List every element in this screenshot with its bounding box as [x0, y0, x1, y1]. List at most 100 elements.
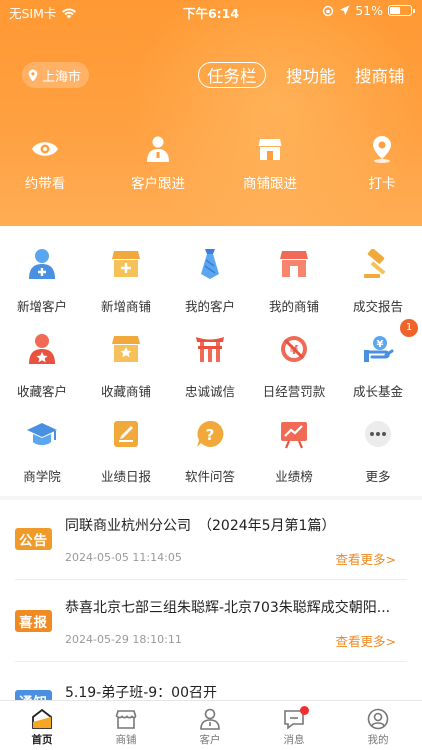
location-pin-small-icon [28, 69, 38, 81]
grid-item-my-customers[interactable]: 我的客户 [168, 246, 252, 315]
grid-item-growth-fund[interactable]: ¥ 1 成长基金 [336, 319, 420, 400]
grid-label: 更多 [365, 469, 391, 484]
grid-label: 新增商铺 [100, 299, 151, 314]
tab-bar: 首页 商铺 客户 消息 我的 [0, 700, 422, 750]
grid-label: 商学院 [23, 469, 61, 484]
notice-list: 公告 同联商业杭州分公司 （2024年5月第1篇） 2024-05-05 11:… [0, 500, 422, 706]
search-shop-link[interactable]: 搜商铺 [355, 62, 405, 88]
grid-item-daily-penalty[interactable]: ¥ 日经营罚款 [252, 331, 336, 400]
tab-messages[interactable]: 消息 [252, 706, 336, 747]
favorite-shop-icon [112, 336, 140, 362]
grid-label: 我的商铺 [268, 299, 319, 314]
grid-label: 成长基金 [352, 384, 403, 399]
quick-label: 打卡 [368, 176, 396, 192]
question-icon: ? [197, 420, 224, 447]
grid-item-loyalty-integrity[interactable]: 忠诚诚信 [168, 331, 252, 400]
tab-label: 我的 [367, 734, 389, 746]
home-icon [32, 708, 52, 729]
customer-icon [200, 708, 220, 730]
view-more-link[interactable]: 查看更多> [336, 631, 396, 650]
tie-icon [201, 249, 219, 279]
grid-item-performance-board[interactable]: 业绩榜 [252, 416, 336, 485]
notice-item[interactable]: 喜报 恭喜北京七部三组朱聪辉-北京703朱聪辉成交朝阳... 2024-05-2… [0, 582, 422, 662]
gavel-icon [364, 249, 386, 278]
grid-label: 新增客户 [16, 299, 67, 314]
svg-text:?: ? [206, 426, 215, 444]
divider [15, 661, 407, 662]
quick-label: 商铺跟进 [243, 176, 297, 192]
task-bar-link[interactable]: 任务栏 [198, 62, 266, 88]
top-nav: 上海市 任务栏 搜功能 搜商铺 [0, 62, 422, 88]
notice-date: 2024-05-05 11:14:05 [65, 551, 182, 564]
quick-label: 客户跟进 [131, 176, 185, 192]
quick-appointment-viewing[interactable]: 约带看 [0, 134, 90, 192]
search-function-link[interactable]: 搜功能 [286, 62, 336, 88]
tab-label: 客户 [199, 734, 221, 746]
grid-label: 忠诚诚信 [184, 384, 235, 399]
grid-item-business-school[interactable]: 商学院 [0, 416, 84, 485]
tab-profile[interactable]: 我的 [336, 706, 420, 747]
location-arrow-icon [339, 5, 350, 16]
grid-item-favorite-customers[interactable]: 收藏客户 [0, 331, 84, 400]
chart-board-icon [281, 422, 307, 449]
quick-shop-follow[interactable]: 商铺跟进 [225, 134, 315, 192]
notice-title: 恭喜北京七部三组朱聪辉-北京703朱聪辉成交朝阳... [65, 600, 391, 616]
store-icon [115, 710, 137, 729]
tab-shops[interactable]: 商铺 [84, 706, 168, 747]
battery-icon [388, 5, 415, 16]
city-label: 上海市 [42, 69, 82, 85]
favorite-customer-icon [29, 334, 55, 364]
grid-item-deal-report[interactable]: 成交报告 [336, 246, 420, 315]
header-glow [110, 0, 422, 226]
notice-item[interactable]: 公告 同联商业杭州分公司 （2024年5月第1篇） 2024-05-05 11:… [0, 500, 422, 580]
eye-icon [32, 142, 58, 156]
function-grid: 新增客户 新增商铺 我的客户 我的商铺 成交报告 收藏客户 收藏商铺 忠诚诚信 … [0, 226, 422, 496]
graduation-cap-icon [27, 423, 57, 445]
shop-icon [258, 139, 282, 160]
tab-label: 消息 [283, 734, 305, 746]
svg-text:¥: ¥ [377, 339, 384, 350]
grid-label: 收藏商铺 [100, 384, 151, 399]
more-icon [365, 421, 391, 447]
battery-percent: 51% [355, 3, 383, 18]
notice-title: 同联商业杭州分公司 （2024年5月第1篇） [65, 518, 336, 534]
grid-item-favorite-shops[interactable]: 收藏商铺 [84, 331, 168, 400]
gate-icon [196, 337, 224, 362]
view-more-link[interactable]: 查看更多> [336, 549, 396, 568]
report-icon [114, 421, 138, 447]
message-unread-dot [300, 706, 309, 715]
grid-item-add-customer[interactable]: 新增客户 [0, 246, 84, 315]
notice-tag: 喜报 [15, 610, 52, 632]
rotation-lock-icon [323, 5, 334, 16]
notice-date: 2024-05-29 18:10:11 [65, 633, 182, 646]
grid-item-more[interactable]: 更多 [336, 416, 420, 485]
grid-item-daily-performance[interactable]: 业绩日报 [84, 416, 168, 485]
person-icon [147, 136, 169, 162]
header: 无SIM卡 下午6:14 51% 上海市 任务栏 搜功能 搜商铺 约带看 客户跟… [0, 0, 422, 226]
fund-icon: ¥ [364, 336, 394, 362]
tab-label: 商铺 [115, 734, 137, 746]
grid-label: 日经营罚款 [262, 384, 326, 399]
grid-label: 我的客户 [184, 299, 235, 314]
tab-label: 首页 [31, 734, 53, 746]
grid-label: 成交报告 [352, 299, 403, 314]
grid-item-add-shop[interactable]: 新增商铺 [84, 246, 168, 315]
notice-title: 5.19-弟子班-9：00召开 [65, 685, 217, 701]
add-customer-icon [29, 249, 55, 279]
grid-label: 业绩榜 [275, 469, 313, 484]
grid-item-software-qa[interactable]: ? 软件问答 [168, 416, 252, 485]
my-shop-icon [280, 251, 308, 277]
grid-label: 软件问答 [184, 469, 235, 484]
location-pin-icon [373, 136, 391, 163]
quick-customer-follow[interactable]: 客户跟进 [113, 134, 203, 192]
status-bar: 无SIM卡 下午6:14 51% [0, 0, 422, 22]
tab-customers[interactable]: 客户 [168, 706, 252, 747]
tab-home[interactable]: 首页 [0, 706, 84, 747]
penalty-icon: ¥ [281, 336, 307, 362]
grid-label: 业绩日报 [100, 469, 151, 484]
grid-item-my-shops[interactable]: 我的商铺 [252, 246, 336, 315]
profile-icon [367, 708, 389, 730]
city-selector[interactable]: 上海市 [22, 62, 90, 88]
quick-check-in[interactable]: 打卡 [337, 134, 422, 192]
quick-label: 约带看 [24, 176, 66, 192]
